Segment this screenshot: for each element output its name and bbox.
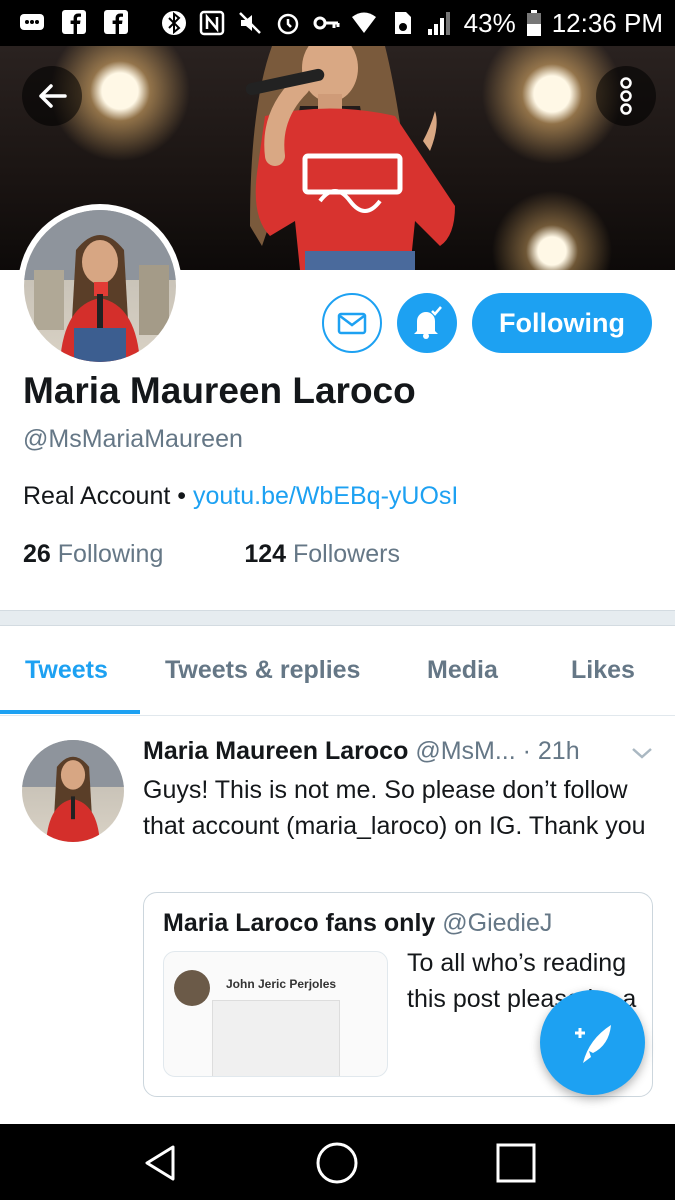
more-options-button[interactable]	[596, 66, 656, 126]
status-bar: 43% 12:36 PM	[0, 0, 675, 46]
messenger-icon	[20, 14, 44, 30]
section-divider	[0, 610, 675, 626]
message-button[interactable]	[322, 293, 382, 353]
quote-media-screenshot	[212, 1000, 340, 1076]
battery-icon	[526, 10, 541, 36]
envelope-icon	[337, 312, 367, 335]
tweet-avatar[interactable]	[22, 740, 124, 842]
android-nav-bar	[0, 1124, 675, 1200]
nfc-icon	[199, 10, 224, 36]
bluetooth-icon	[161, 11, 186, 35]
tweet-meta: @MsM... · 21h	[415, 737, 580, 765]
bio-text: Real Account •	[23, 482, 193, 510]
more-vertical-icon	[620, 77, 632, 115]
tweet-text: Guys! This is not me. So please don’t fo…	[143, 776, 646, 840]
profile-tabs: Tweets Tweets & replies Media Likes	[0, 626, 675, 716]
nav-back-button[interactable]	[136, 1138, 186, 1188]
vpn-key-icon	[313, 16, 340, 30]
following-count-link[interactable]: 26 Following	[23, 540, 163, 569]
followers-count: 124	[244, 540, 287, 568]
tweet-avatar-photo	[22, 740, 124, 842]
chevron-down-icon[interactable]	[630, 745, 654, 761]
active-tab-indicator	[0, 710, 140, 714]
tab-likes[interactable]: Likes	[571, 656, 635, 685]
compose-tweet-button[interactable]	[540, 990, 645, 1095]
alarm-icon	[277, 13, 298, 35]
profile-bio: Real Account • youtu.be/WbEBq-yUOsI	[23, 482, 458, 511]
facebook-icon	[104, 10, 128, 34]
following-label: Following	[57, 540, 164, 568]
signal-icon	[427, 12, 450, 35]
quote-author-handle: @GiedieJ	[442, 909, 553, 937]
notifications-button[interactable]	[397, 293, 457, 353]
following-button[interactable]: Following	[472, 293, 652, 353]
clock: 12:36 PM	[551, 8, 663, 38]
sd-card-icon	[394, 12, 411, 34]
back-button[interactable]	[22, 66, 82, 126]
quote-media-thumbnail[interactable]: John Jeric Perjoles	[163, 951, 388, 1077]
wifi-icon	[351, 12, 376, 33]
compose-tweet-icon	[574, 1024, 611, 1063]
quote-header: Maria Laroco fans only @GiedieJ	[163, 909, 552, 938]
nav-home-button[interactable]	[312, 1138, 362, 1188]
tweet-author-name[interactable]: Maria Maureen Laroco	[143, 737, 408, 765]
tab-media[interactable]: Media	[427, 656, 498, 685]
bio-link[interactable]: youtu.be/WbEBq-yUOsI	[193, 482, 458, 510]
tab-tweets-replies[interactable]: Tweets & replies	[165, 656, 360, 685]
profile-avatar[interactable]	[18, 204, 182, 368]
profile-handle: @MsMariaMaureen	[23, 425, 243, 453]
nav-recents-button[interactable]	[491, 1138, 541, 1188]
back-triangle-icon	[145, 1145, 175, 1181]
following-count: 26	[23, 540, 51, 568]
tweet-header: Maria Maureen Laroco @MsM... · 21h	[143, 737, 653, 766]
followers-count-link[interactable]: 124 Followers	[244, 540, 400, 569]
facebook-icon	[62, 10, 86, 34]
bell-check-icon	[414, 306, 442, 339]
recents-square-icon	[496, 1143, 536, 1183]
quote-media-avatar	[174, 970, 210, 1006]
mute-icon	[238, 12, 261, 34]
quote-author-name: Maria Laroco fans only	[163, 909, 436, 937]
profile-name: Maria Maureen Laroco	[23, 370, 416, 411]
follow-counts: 26 Following 124 Followers	[23, 540, 400, 569]
home-circle-icon	[316, 1142, 358, 1184]
arrow-left-icon	[39, 84, 67, 108]
quote-media-name: John Jeric Perjoles	[226, 977, 337, 991]
followers-label: Followers	[293, 540, 400, 568]
avatar-photo	[24, 210, 176, 362]
tab-tweets[interactable]: Tweets	[25, 656, 108, 685]
battery-percent: 43%	[463, 8, 516, 38]
